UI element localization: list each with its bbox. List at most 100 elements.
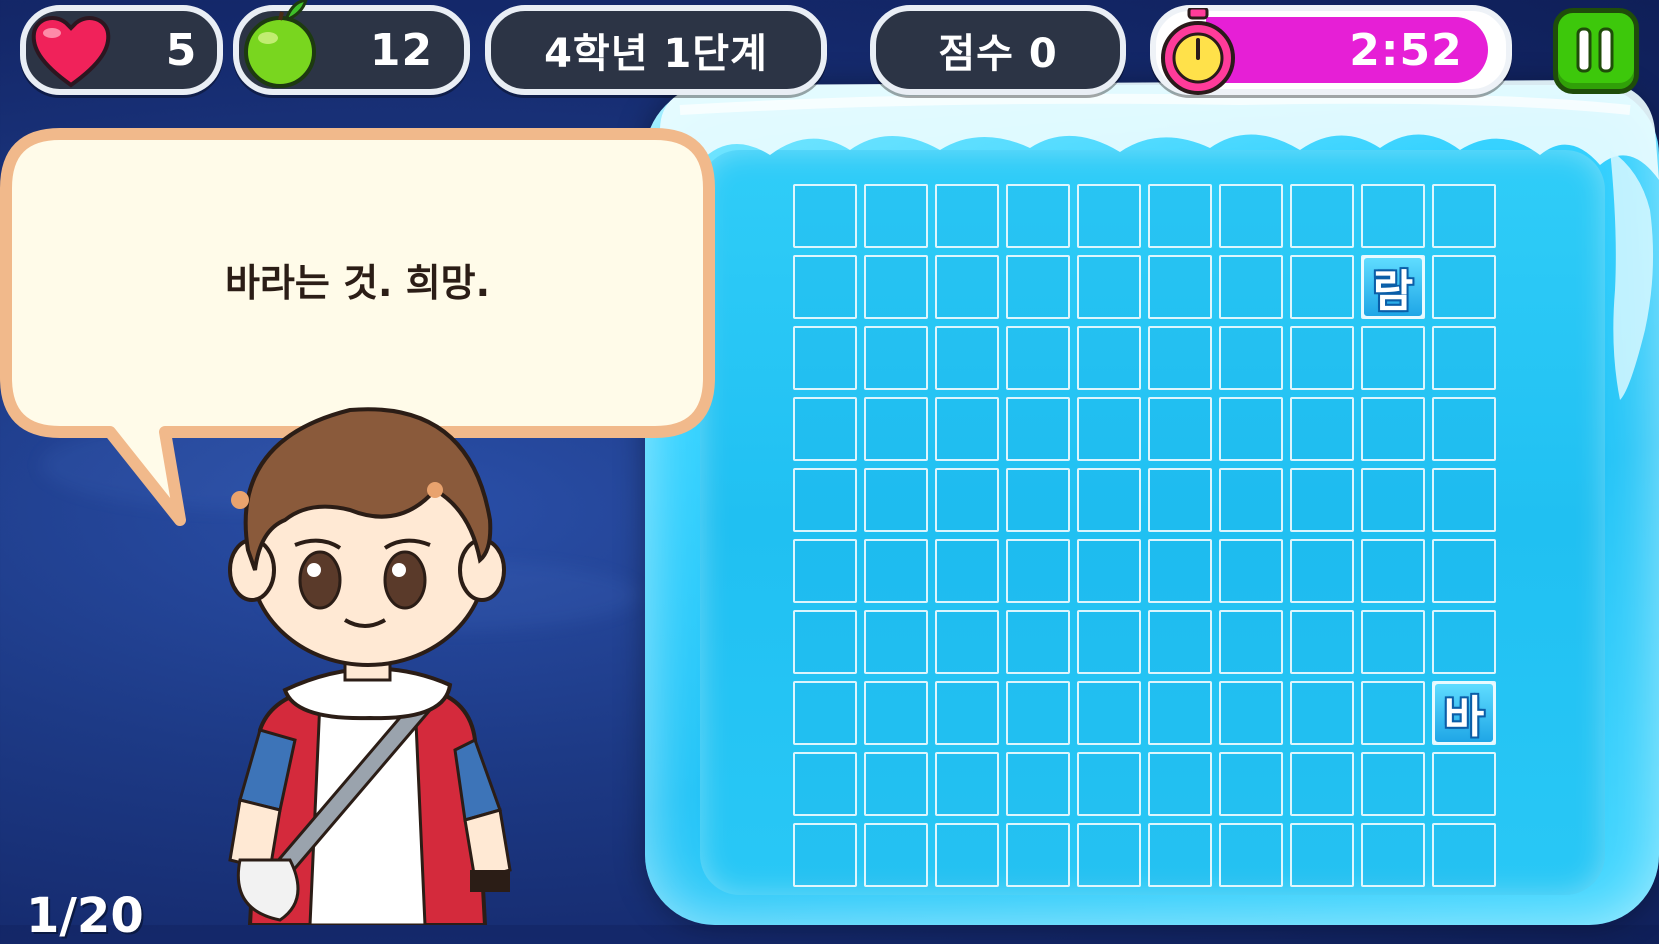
grid-cell[interactable] [864, 326, 928, 390]
grid-cell[interactable] [1219, 326, 1283, 390]
grid-cell[interactable] [1432, 823, 1496, 887]
grid-cell[interactable] [1290, 681, 1354, 745]
grid-cell[interactable] [1077, 184, 1141, 248]
grid-cell[interactable] [1219, 752, 1283, 816]
grid-cell[interactable] [1290, 539, 1354, 603]
grid-cell[interactable] [864, 681, 928, 745]
grid-cell[interactable] [1290, 326, 1354, 390]
grid-cell[interactable] [1432, 255, 1496, 319]
grid-cell[interactable] [864, 752, 928, 816]
grid-cell[interactable] [1148, 823, 1212, 887]
grid-cell[interactable] [1219, 184, 1283, 248]
grid-cell[interactable] [1006, 823, 1070, 887]
grid-cell[interactable] [864, 610, 928, 674]
grid-cell[interactable] [935, 610, 999, 674]
grid-cell[interactable] [1148, 752, 1212, 816]
grid-cell[interactable] [793, 610, 857, 674]
grid-cell[interactable] [1432, 184, 1496, 248]
grid-cell[interactable] [1219, 255, 1283, 319]
grid-cell[interactable] [864, 539, 928, 603]
grid-cell[interactable] [1077, 610, 1141, 674]
grid-cell[interactable] [1361, 326, 1425, 390]
grid-cell[interactable] [1432, 539, 1496, 603]
grid-cell[interactable] [1219, 823, 1283, 887]
grid-cell[interactable] [1148, 468, 1212, 532]
grid-cell[interactable] [1361, 468, 1425, 532]
grid-cell[interactable] [1290, 184, 1354, 248]
grid-cell[interactable] [1219, 397, 1283, 461]
grid-cell[interactable] [1006, 752, 1070, 816]
grid-cell[interactable] [864, 468, 928, 532]
grid-cell[interactable] [1006, 681, 1070, 745]
grid-cell[interactable] [1432, 397, 1496, 461]
grid-cell[interactable] [1148, 326, 1212, 390]
grid-cell[interactable] [864, 823, 928, 887]
grid-cell[interactable] [1290, 752, 1354, 816]
grid-cell[interactable] [1432, 468, 1496, 532]
grid-cell[interactable] [935, 539, 999, 603]
grid-cell[interactable] [1361, 752, 1425, 816]
grid-cell[interactable] [935, 468, 999, 532]
grid-cell[interactable] [1219, 539, 1283, 603]
grid-cell[interactable] [793, 823, 857, 887]
grid-cell[interactable] [1077, 255, 1141, 319]
grid-cell[interactable] [1361, 610, 1425, 674]
grid-cell[interactable] [1432, 610, 1496, 674]
grid-cell[interactable] [1148, 681, 1212, 745]
grid-cell[interactable] [935, 184, 999, 248]
grid-cell[interactable] [1148, 539, 1212, 603]
grid-cell[interactable] [935, 681, 999, 745]
letter-tile[interactable]: 바 [1432, 681, 1496, 745]
grid-cell[interactable] [1290, 397, 1354, 461]
grid-cell[interactable] [1219, 468, 1283, 532]
grid-cell[interactable] [1148, 610, 1212, 674]
grid-cell[interactable] [1006, 326, 1070, 390]
grid-cell[interactable] [793, 752, 857, 816]
grid-cell[interactable] [1361, 539, 1425, 603]
grid-cell[interactable] [1077, 468, 1141, 532]
grid-cell[interactable] [793, 397, 857, 461]
grid-cell[interactable] [1006, 610, 1070, 674]
grid-cell[interactable] [1006, 255, 1070, 319]
grid-cell[interactable] [1006, 184, 1070, 248]
grid-cell[interactable] [935, 752, 999, 816]
grid-cell[interactable] [1077, 681, 1141, 745]
grid-cell[interactable] [1361, 681, 1425, 745]
grid-cell[interactable] [793, 539, 857, 603]
grid-cell[interactable] [1148, 397, 1212, 461]
grid-cell[interactable] [864, 184, 928, 248]
grid-cell[interactable] [1290, 823, 1354, 887]
pause-button[interactable] [1553, 8, 1639, 94]
grid-cell[interactable] [1077, 397, 1141, 461]
grid-cell[interactable] [793, 681, 857, 745]
grid-cell[interactable] [935, 326, 999, 390]
grid-cell[interactable] [1290, 468, 1354, 532]
letter-tile[interactable]: 람 [1361, 255, 1425, 319]
grid-cell[interactable] [1006, 539, 1070, 603]
grid-cell[interactable] [793, 184, 857, 248]
grid-cell[interactable] [1006, 468, 1070, 532]
grid-cell[interactable] [1077, 823, 1141, 887]
grid-cell[interactable] [1077, 752, 1141, 816]
grid-cell[interactable] [1077, 539, 1141, 603]
grid-cell[interactable] [1361, 397, 1425, 461]
grid-cell[interactable] [864, 255, 928, 319]
grid-cell[interactable] [935, 255, 999, 319]
grid-cell[interactable] [793, 255, 857, 319]
grid-cell[interactable] [1148, 255, 1212, 319]
grid-cell[interactable] [1432, 326, 1496, 390]
grid-cell[interactable] [793, 468, 857, 532]
grid-cell[interactable] [1148, 184, 1212, 248]
grid-cell[interactable] [1219, 610, 1283, 674]
grid-cell[interactable] [793, 326, 857, 390]
grid-cell[interactable] [1290, 255, 1354, 319]
grid-cell[interactable] [935, 823, 999, 887]
grid-cell[interactable] [1361, 184, 1425, 248]
grid-cell[interactable] [1006, 397, 1070, 461]
grid-cell[interactable] [1077, 326, 1141, 390]
grid-cell[interactable] [1432, 752, 1496, 816]
grid-cell[interactable] [1361, 823, 1425, 887]
grid-cell[interactable] [1290, 610, 1354, 674]
grid-cell[interactable] [864, 397, 928, 461]
grid-cell[interactable] [935, 397, 999, 461]
